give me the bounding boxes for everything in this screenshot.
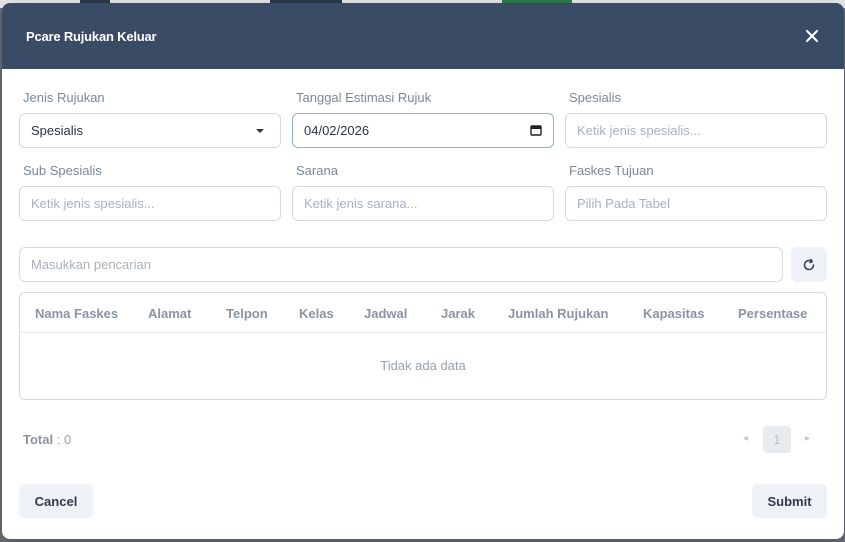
rujukan-modal: Pcare Rujukan Keluar Jenis Rujukan Spesi… — [2, 3, 844, 539]
jenis-rujukan-select[interactable]: Spesialis — [19, 113, 281, 148]
faskes-tujuan-input[interactable]: Pilih Pada Tabel — [565, 186, 827, 221]
modal-header: Pcare Rujukan Keluar — [2, 3, 844, 69]
column-header[interactable]: Telpon — [226, 306, 268, 321]
sub-spesialis-label: Sub Spesialis — [23, 163, 102, 178]
refresh-icon — [803, 258, 815, 270]
spesialis-input[interactable]: Ketik jenis spesialis... — [565, 113, 827, 148]
spesialis-placeholder: Ketik jenis spesialis... — [577, 123, 701, 138]
sarana-label: Sarana — [296, 163, 338, 178]
calendar-icon[interactable] — [530, 124, 542, 136]
faskes-tujuan-label: Faskes Tujuan — [569, 163, 654, 178]
chevron-down-icon — [256, 129, 264, 133]
column-header[interactable]: Jadwal — [364, 306, 407, 321]
chevron-right-icon[interactable]: ▸ — [805, 433, 810, 444]
cancel-button[interactable]: Cancel — [19, 484, 93, 518]
column-header[interactable]: Jarak — [441, 306, 475, 321]
spesialis-field: Spesialis Ketik jenis spesialis... — [565, 90, 827, 148]
search-input[interactable]: Masukkan pencarian — [19, 247, 783, 282]
tanggal-date-input[interactable]: 04/02/2026 — [292, 113, 554, 148]
total-count: Total : 0 — [23, 432, 71, 447]
column-header[interactable]: Persentase — [738, 306, 807, 321]
modal-title: Pcare Rujukan Keluar — [26, 28, 157, 44]
jenis-rujukan-value: Spesialis — [31, 123, 84, 138]
sarana-field: Sarana Ketik jenis sarana... — [292, 163, 554, 221]
tanggal-value: 04/02/2026 — [304, 123, 370, 138]
faskes-tujuan-placeholder: Pilih Pada Tabel — [577, 196, 670, 211]
table-empty-message: Tidak ada data — [380, 358, 466, 373]
pagination-page[interactable]: 1 — [763, 426, 791, 453]
total-value: : 0 — [56, 432, 72, 447]
sub-spesialis-input[interactable]: Ketik jenis spesialis... — [19, 186, 281, 221]
chevron-left-icon[interactable]: ◂ — [743, 433, 748, 444]
tanggal-label: Tanggal Estimasi Rujuk — [296, 90, 432, 105]
total-label: Total — [23, 432, 54, 447]
jenis-rujukan-field: Jenis Rujukan Spesialis — [19, 90, 281, 148]
jenis-rujukan-label: Jenis Rujukan — [23, 90, 105, 105]
faskes-table: Nama Faskes Alamat Telpon Kelas Jadwal J… — [19, 292, 827, 400]
submit-button[interactable]: Submit — [752, 484, 827, 518]
spesialis-label: Spesialis — [569, 90, 622, 105]
sub-spesialis-placeholder: Ketik jenis spesialis... — [31, 196, 155, 211]
column-header[interactable]: Kelas — [299, 306, 334, 321]
sub-spesialis-field: Sub Spesialis Ketik jenis spesialis... — [19, 163, 281, 221]
table-header: Nama Faskes Alamat Telpon Kelas Jadwal J… — [20, 293, 826, 333]
column-header[interactable]: Kapasitas — [643, 306, 704, 321]
faskes-tujuan-field: Faskes Tujuan Pilih Pada Tabel — [565, 163, 827, 221]
column-header[interactable]: Jumlah Rujukan — [508, 306, 608, 321]
search-placeholder: Masukkan pencarian — [31, 257, 151, 272]
close-icon[interactable] — [802, 26, 822, 46]
tanggal-field: Tanggal Estimasi Rujuk 04/02/2026 — [292, 90, 554, 148]
column-header[interactable]: Alamat — [148, 306, 191, 321]
sarana-placeholder: Ketik jenis sarana... — [304, 196, 418, 211]
refresh-button[interactable] — [791, 247, 827, 282]
sarana-input[interactable]: Ketik jenis sarana... — [292, 186, 554, 221]
column-header[interactable]: Nama Faskes — [35, 306, 118, 321]
